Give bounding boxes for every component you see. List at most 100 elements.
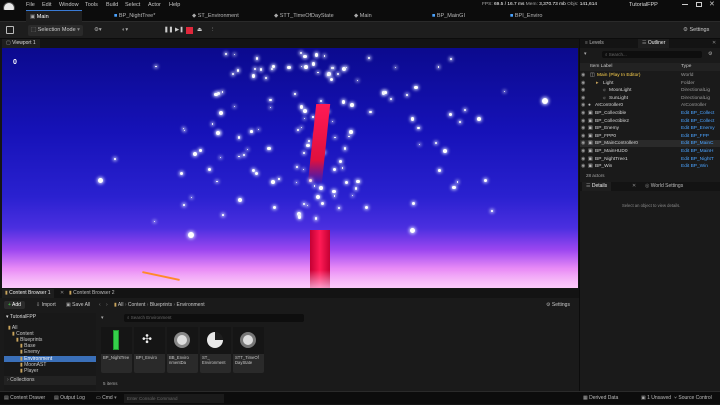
asset-tile[interactable]: STT_TimeOf DayState bbox=[233, 327, 264, 373]
folder-tree-item[interactable]: ▮ Enemy bbox=[4, 349, 96, 355]
close-icon[interactable]: ✕ bbox=[632, 182, 636, 191]
menu-file[interactable]: File bbox=[26, 0, 35, 10]
menu-edit[interactable]: Edit bbox=[42, 0, 51, 10]
outliner-row[interactable]: ◉ ▣ BP_Enemy Edit BP_Enemy bbox=[580, 125, 720, 132]
eject-icon[interactable]: ⏏ bbox=[197, 25, 202, 36]
folder-tree-item[interactable]: ▮ MoonAST bbox=[4, 362, 96, 368]
tab-stt-timeofday[interactable]: ◆ STT_TimeOfDayState bbox=[270, 10, 338, 22]
visibility-eye-icon[interactable]: ◉ bbox=[581, 163, 585, 170]
asset-tile[interactable]: ST_ Environment bbox=[200, 327, 231, 373]
collections-header[interactable]: › Collections bbox=[4, 376, 96, 385]
derived-data-button[interactable]: ▦ Derived Data bbox=[583, 392, 618, 405]
tab-content-browser-1[interactable]: ▮ Content Browser 1 bbox=[2, 289, 54, 298]
outliner-row[interactable]: ◉ ● AIController0 AIController bbox=[580, 102, 720, 109]
folder-tree-item[interactable]: ▮ Blueprints bbox=[4, 337, 96, 343]
visibility-eye-icon[interactable]: ◉ bbox=[581, 87, 585, 94]
visibility-eye-icon[interactable]: ◉ bbox=[581, 118, 585, 125]
unsaved-button[interactable]: ▣ 1 Unsaved bbox=[641, 392, 671, 405]
outliner-row[interactable]: ◉ ▣ BP_MainHUD0 Edit BP_MainH bbox=[580, 148, 720, 155]
outliner-item-type[interactable]: Edit BP_MainC bbox=[681, 140, 714, 147]
selection-mode-button[interactable]: ⬚ Selection Mode ▾ bbox=[28, 25, 83, 36]
crumb-environment[interactable]: Environment bbox=[177, 302, 205, 308]
crumb-blueprints[interactable]: Blueprints bbox=[150, 302, 172, 308]
source-control-button[interactable]: ⑂ Source Control bbox=[674, 392, 712, 405]
outliner-item-type[interactable]: Edit BP_Win bbox=[681, 163, 708, 170]
add-button[interactable]: + Add bbox=[4, 301, 25, 309]
outliner-item-type[interactable]: Edit BP_Collect bbox=[681, 118, 714, 125]
blueprint-icon[interactable]: ⚙▾ bbox=[94, 25, 102, 36]
settings-button[interactable]: ⚙ Settings bbox=[683, 25, 709, 36]
more-options-icon[interactable]: ⋮ bbox=[210, 25, 216, 36]
folder-tree-item[interactable]: ▮ Player bbox=[4, 368, 96, 374]
asset-search[interactable]: ⌕ Search Environment bbox=[124, 314, 304, 322]
tab-main-level[interactable]: ▣ Main bbox=[26, 10, 82, 22]
tab-content-browser-2[interactable]: ▮ Content Browser 2 bbox=[66, 289, 118, 298]
close-icon[interactable]: ✕ bbox=[60, 289, 64, 298]
tab-levels[interactable]: ≡ Levels bbox=[582, 39, 607, 48]
tab-st-environment[interactable]: ◆ ST_Environment bbox=[188, 10, 243, 22]
visibility-eye-icon[interactable]: ◉ bbox=[581, 148, 585, 155]
folder-tree-item[interactable]: ▮ All bbox=[4, 325, 96, 331]
pause-icon[interactable]: ❚❚ bbox=[164, 25, 173, 36]
crumb-content[interactable]: Content bbox=[128, 302, 146, 308]
tab-outliner[interactable]: ☰ Outliner bbox=[638, 39, 670, 48]
asset-tile[interactable]: BB_Enviro nmentDa bbox=[167, 327, 198, 373]
save-icon[interactable] bbox=[6, 26, 14, 34]
cmd-dropdown[interactable]: ▭ Cmd ▾ bbox=[96, 392, 117, 405]
tab-bpi-enviro[interactable]: ■ BPI_Enviro bbox=[506, 10, 546, 22]
menu-tools[interactable]: Tools bbox=[85, 0, 98, 10]
col-item-label[interactable]: Item Label bbox=[590, 63, 612, 71]
folder-tree-item[interactable]: ▮ Environment bbox=[4, 355, 96, 362]
menu-help[interactable]: Help bbox=[169, 0, 180, 10]
visibility-eye-icon[interactable]: ◉ bbox=[581, 72, 585, 79]
folder-tree-item[interactable]: ▮ Base bbox=[4, 343, 96, 349]
import-button[interactable]: ⇩ Import bbox=[36, 299, 56, 311]
visibility-eye-icon[interactable]: ◉ bbox=[581, 80, 585, 87]
close-icon[interactable]: ✕ bbox=[709, 0, 715, 9]
filter-icon[interactable]: ▾ bbox=[584, 51, 587, 57]
outliner-item-type[interactable]: Edit BP_NightT bbox=[681, 156, 714, 163]
asset-tile[interactable]: ✣ BPI_Enviro bbox=[134, 327, 165, 373]
outliner-row[interactable]: ◉ ☼ MoonLight DirectionalLig bbox=[580, 87, 720, 94]
tab-details[interactable]: ☰ Details bbox=[582, 182, 612, 191]
folder-tree-item[interactable]: ▮ Content bbox=[4, 331, 96, 337]
outliner-row[interactable]: ◉ ☼ SunLight DirectionalLig bbox=[580, 95, 720, 102]
output-log-button[interactable]: ▤ Output Log bbox=[54, 392, 85, 405]
outliner-row[interactable]: ◉ ▣ BP_Collectible2 Edit BP_Collect bbox=[580, 118, 720, 125]
outliner-item-type[interactable]: Edit BP_Collect bbox=[681, 110, 714, 117]
console-input[interactable]: Enter Console Command bbox=[124, 394, 224, 403]
close-icon[interactable]: ✕ bbox=[712, 39, 716, 48]
outliner-item-type[interactable]: Edit BP_Enemy bbox=[681, 125, 715, 132]
outliner-search[interactable]: ⌕ Search... bbox=[602, 51, 702, 58]
cb-settings-button[interactable]: ⚙ Settings bbox=[546, 299, 570, 311]
menu-build[interactable]: Build bbox=[106, 0, 118, 10]
outliner-settings-icon[interactable]: ⚙ bbox=[708, 51, 712, 57]
tab-world-settings[interactable]: ◎ World Settings bbox=[642, 182, 686, 191]
nav-back-icon[interactable]: ‹ bbox=[99, 299, 101, 311]
filter-icon[interactable]: ▾ bbox=[101, 315, 104, 321]
tab-bp-nighttree[interactable]: ■ BP_NightTree* bbox=[110, 10, 159, 22]
visibility-eye-icon[interactable]: ◉ bbox=[581, 110, 585, 117]
outliner-row[interactable]: ◉ ▣ BP_FPP0 Edit BP_FPP bbox=[580, 133, 720, 140]
visibility-eye-icon[interactable]: ◉ bbox=[581, 125, 585, 132]
save-all-button[interactable]: ▣ Save All bbox=[66, 299, 90, 311]
outliner-item-type[interactable]: Edit BP_FPP bbox=[681, 133, 709, 140]
tab-bp-maingi[interactable]: ■ BP_MainGI bbox=[428, 10, 469, 22]
visibility-eye-icon[interactable]: ◉ bbox=[581, 156, 585, 163]
visibility-eye-icon[interactable]: ◉ bbox=[581, 133, 585, 140]
tab-main-widget[interactable]: ◆ Main bbox=[350, 10, 376, 22]
menu-window[interactable]: Window bbox=[59, 0, 79, 10]
menu-select[interactable]: Select bbox=[125, 0, 140, 10]
visibility-eye-icon[interactable]: ◉ bbox=[581, 140, 585, 147]
minimize-icon[interactable] bbox=[682, 4, 688, 5]
menu-actor[interactable]: Actor bbox=[148, 0, 161, 10]
viewport-tab[interactable]: ▢ Viewport 1 bbox=[2, 39, 40, 48]
project-root[interactable]: ▾ TutorialFPP bbox=[6, 314, 36, 320]
step-icon[interactable]: ▶❚ bbox=[175, 25, 184, 36]
content-drawer-button[interactable]: ▤ Content Drawer bbox=[4, 392, 45, 405]
outliner-item-type[interactable]: Edit BP_MainH bbox=[681, 148, 714, 155]
outliner-row[interactable]: ◉ ▣ BP_Collectible Edit BP_Collect bbox=[580, 110, 720, 117]
maximize-icon[interactable] bbox=[696, 2, 702, 7]
outliner-row[interactable]: ◉ ▣ BP_MainController0 Edit BP_MainC bbox=[580, 140, 720, 148]
outliner-row[interactable]: ◉ ◫ Main (Play In Editor) World bbox=[580, 72, 720, 79]
